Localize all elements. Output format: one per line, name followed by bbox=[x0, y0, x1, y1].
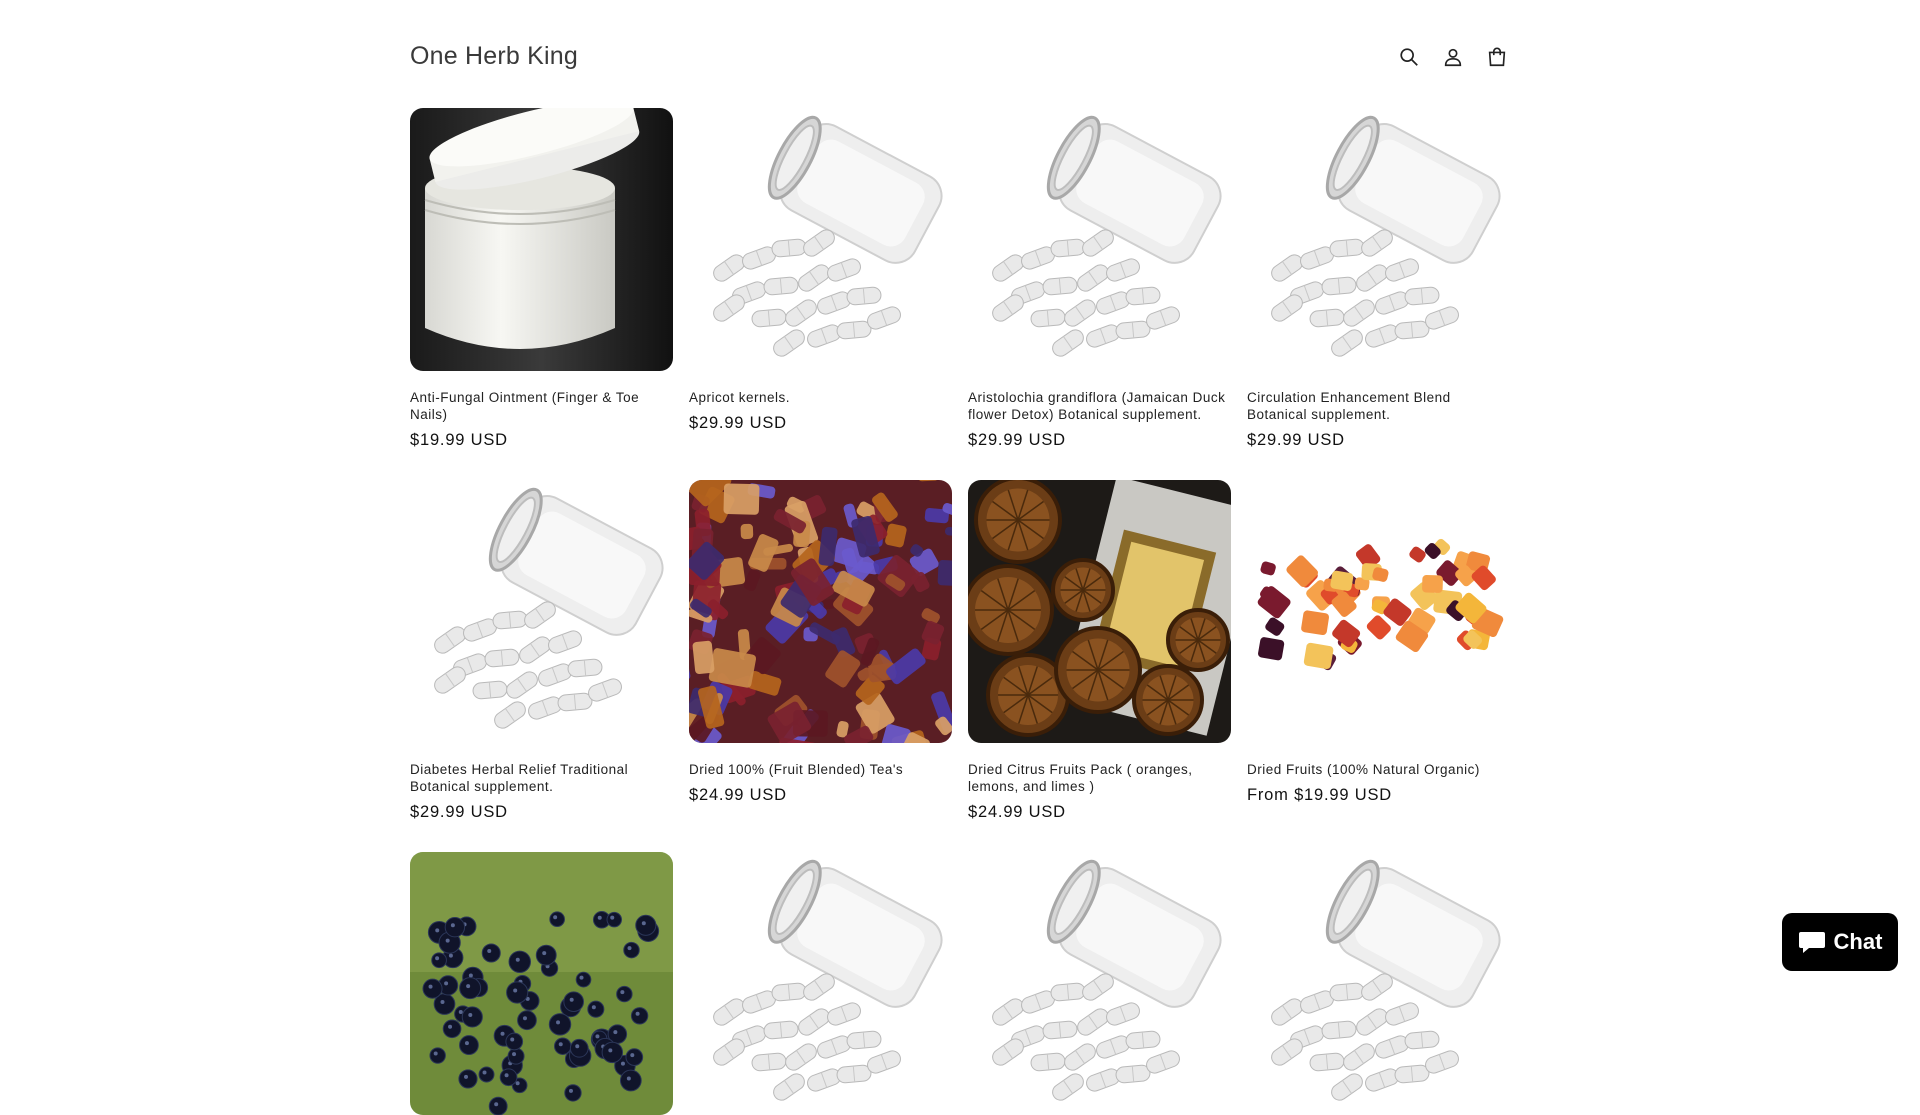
product-image[interactable] bbox=[1247, 852, 1510, 1115]
product-image[interactable] bbox=[689, 852, 952, 1115]
header-icons bbox=[1396, 44, 1510, 70]
product-image[interactable] bbox=[689, 480, 952, 743]
product-price: $24.99 USD bbox=[689, 786, 787, 804]
chat-button[interactable]: Chat bbox=[1782, 913, 1898, 971]
product-image[interactable] bbox=[689, 108, 952, 371]
product-title[interactable]: Circulation Enhancement Blend Botanical … bbox=[1247, 389, 1510, 423]
product-card[interactable]: Dried 100% (Fruit Blended) Tea's $24.99 U… bbox=[689, 480, 952, 822]
product-price: $29.99 USD bbox=[410, 803, 508, 821]
chat-bubble-icon bbox=[1798, 932, 1825, 953]
product-card[interactable] bbox=[968, 852, 1231, 1115]
product-image[interactable] bbox=[1247, 108, 1510, 371]
product-card[interactable]: Anti-Fungal Ointment (Finger & Toe Nails… bbox=[410, 108, 673, 450]
product-card[interactable]: Dried Citrus Fruits Pack ( oranges, lemo… bbox=[968, 480, 1231, 822]
store-logo[interactable]: One Herb King bbox=[410, 42, 578, 71]
product-price: $24.99 USD bbox=[968, 803, 1066, 821]
product-title[interactable]: Dried Fruits (100% Natural Organic) bbox=[1247, 761, 1510, 778]
product-image[interactable] bbox=[968, 852, 1231, 1115]
product-card[interactable]: Apricot kernels. $29.99 USD bbox=[689, 108, 952, 450]
product-title[interactable]: Apricot kernels. bbox=[689, 389, 952, 406]
product-title[interactable]: Diabetes Herbal Relief Traditional Botan… bbox=[410, 761, 673, 795]
product-price: $19.99 USD bbox=[410, 431, 508, 449]
product-card[interactable] bbox=[1247, 852, 1510, 1115]
product-image[interactable] bbox=[410, 852, 673, 1115]
product-image[interactable] bbox=[410, 108, 673, 371]
product-price: $29.99 USD bbox=[1247, 431, 1345, 449]
product-image[interactable] bbox=[968, 480, 1231, 743]
chat-label: Chat bbox=[1833, 929, 1883, 954]
product-image[interactable] bbox=[1247, 480, 1510, 743]
product-title[interactable]: Anti-Fungal Ointment (Finger & Toe Nails… bbox=[410, 389, 673, 423]
product-title[interactable]: Dried Citrus Fruits Pack ( oranges, lemo… bbox=[968, 761, 1231, 795]
product-card[interactable] bbox=[689, 852, 952, 1115]
product-image[interactable] bbox=[968, 108, 1231, 371]
search-icon[interactable] bbox=[1396, 44, 1422, 70]
product-card[interactable] bbox=[410, 852, 673, 1115]
product-image[interactable] bbox=[410, 480, 673, 743]
product-price: $29.99 USD bbox=[968, 431, 1066, 449]
product-title[interactable]: Dried 100% (Fruit Blended) Tea's bbox=[689, 761, 952, 778]
account-icon[interactable] bbox=[1440, 44, 1466, 70]
product-card[interactable]: Dried Fruits (100% Natural Organic) From … bbox=[1247, 480, 1510, 822]
product-card[interactable]: Circulation Enhancement Blend Botanical … bbox=[1247, 108, 1510, 450]
product-card[interactable]: Aristolochia grandiflora (Jamaican Duck … bbox=[968, 108, 1231, 450]
product-price: From $19.99 USD bbox=[1247, 786, 1392, 804]
product-price: $29.99 USD bbox=[689, 414, 787, 432]
cart-icon[interactable] bbox=[1484, 44, 1510, 70]
product-title[interactable]: Aristolochia grandiflora (Jamaican Duck … bbox=[968, 389, 1231, 423]
product-card[interactable]: Diabetes Herbal Relief Traditional Botan… bbox=[410, 480, 673, 822]
site-header: One Herb King bbox=[410, 0, 1510, 110]
product-grid: Anti-Fungal Ointment (Finger & Toe Nails… bbox=[410, 108, 1510, 1115]
